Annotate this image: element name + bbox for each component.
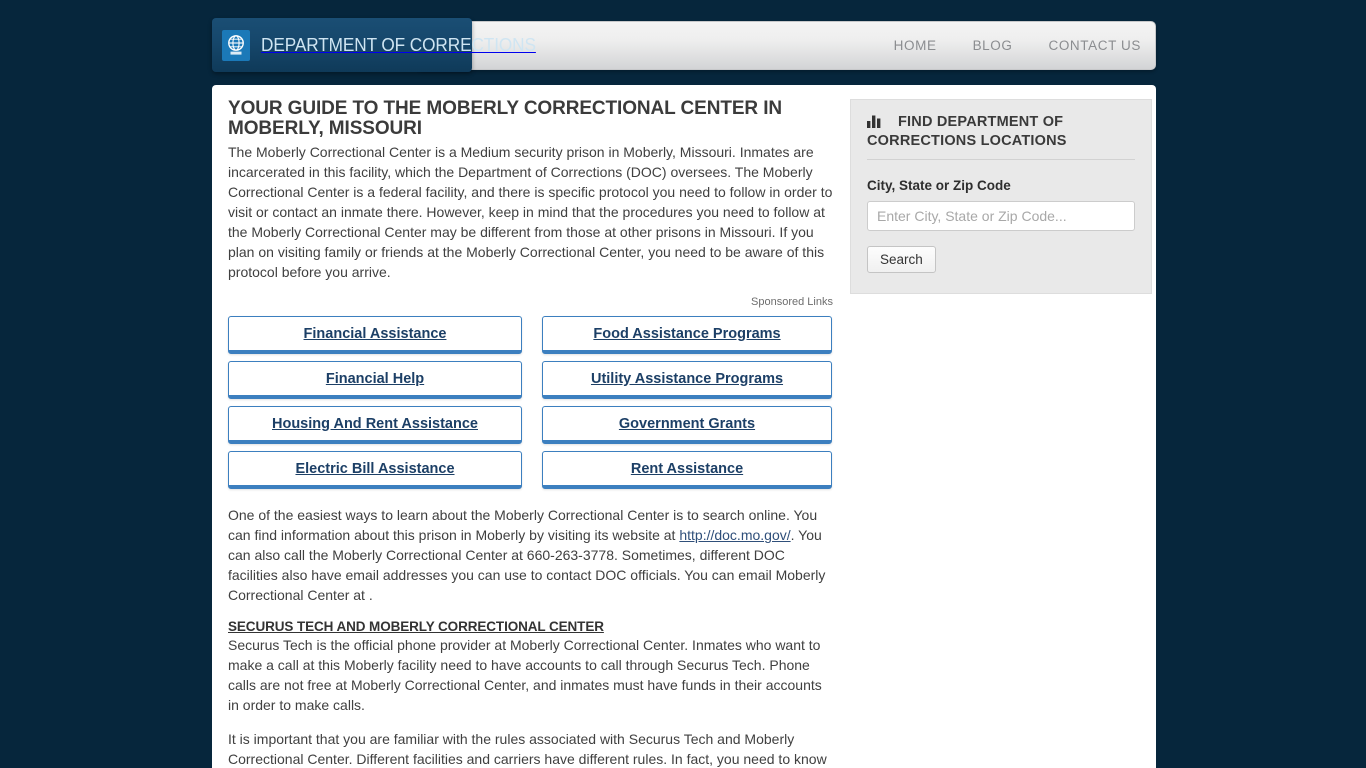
intro-paragraph: The Moberly Correctional Center is a Med…	[228, 144, 833, 281]
location-search-input[interactable]	[867, 201, 1135, 231]
ad-link-electric-bill-assistance[interactable]: Electric Bill Assistance	[228, 451, 522, 490]
location-field-label: City, State or Zip Code	[867, 178, 1011, 193]
ad-link-government-grants[interactable]: Government Grants	[542, 406, 832, 445]
rules-paragraph: It is important that you are familiar wi…	[228, 731, 827, 768]
widget-title-text: FIND DEPARTMENT OF CORRECTIONS LOCATIONS	[867, 114, 1067, 149]
site-logo[interactable]: DEPARTMENT OF CORRECTIONS	[212, 18, 536, 72]
globe-icon	[222, 29, 250, 61]
main-column: YOUR GUIDE TO THE MOBERLY CORRECTIONAL C…	[228, 99, 840, 768]
page-root: HOME BLOG CONTACT US DEPARTMENT OF CORRE…	[0, 0, 1366, 768]
ad-link-food-assistance-programs[interactable]: Food Assistance Programs	[542, 316, 832, 355]
sidebar-column: FIND DEPARTMENT OF CORRECTIONS LOCATIONS…	[850, 99, 1152, 768]
ad-link-financial-help[interactable]: Financial Help	[228, 361, 522, 400]
logo-text: DEPARTMENT OF CORRECTIONS	[261, 34, 536, 55]
widget-body: City, State or Zip Code Search	[867, 160, 1135, 273]
location-search-button[interactable]: Search	[867, 246, 936, 273]
nav-item-blog[interactable]: BLOG	[973, 38, 1013, 53]
doc-website-link[interactable]: http://doc.mo.gov/	[679, 527, 790, 543]
sponsored-ad-grid: Financial Assistance Food Assistance Pro…	[228, 316, 836, 490]
widget-title-row: FIND DEPARTMENT OF CORRECTIONS LOCATIONS	[867, 114, 1135, 160]
location-finder-widget: FIND DEPARTMENT OF CORRECTIONS LOCATIONS…	[850, 99, 1152, 294]
content-container: YOUR GUIDE TO THE MOBERLY CORRECTIONAL C…	[212, 85, 1156, 768]
securus-paragraph: Securus Tech is the official phone provi…	[228, 637, 822, 714]
page-title: YOUR GUIDE TO THE MOBERLY CORRECTIONAL C…	[228, 98, 782, 139]
site-header: HOME BLOG CONTACT US DEPARTMENT OF CORRE…	[212, 18, 1156, 72]
securus-section-heading: SECURUS TECH AND MOBERLY CORRECTIONAL CE…	[228, 619, 604, 635]
nav-item-contact-us[interactable]: CONTACT US	[1048, 38, 1141, 53]
sponsored-links-label: Sponsored Links	[751, 296, 833, 309]
nav-list: HOME BLOG CONTACT US	[894, 22, 1141, 69]
nav-item-home[interactable]: HOME	[894, 38, 937, 53]
ad-link-housing-and-rent-assistance[interactable]: Housing And Rent Assistance	[228, 406, 522, 445]
bar-chart-icon	[867, 115, 882, 133]
ad-link-rent-assistance[interactable]: Rent Assistance	[542, 451, 832, 490]
ad-link-utility-assistance-programs[interactable]: Utility Assistance Programs	[542, 361, 832, 400]
search-online-paragraph: One of the easiest ways to learn about t…	[228, 505, 836, 605]
ad-link-financial-assistance[interactable]: Financial Assistance	[228, 316, 522, 355]
